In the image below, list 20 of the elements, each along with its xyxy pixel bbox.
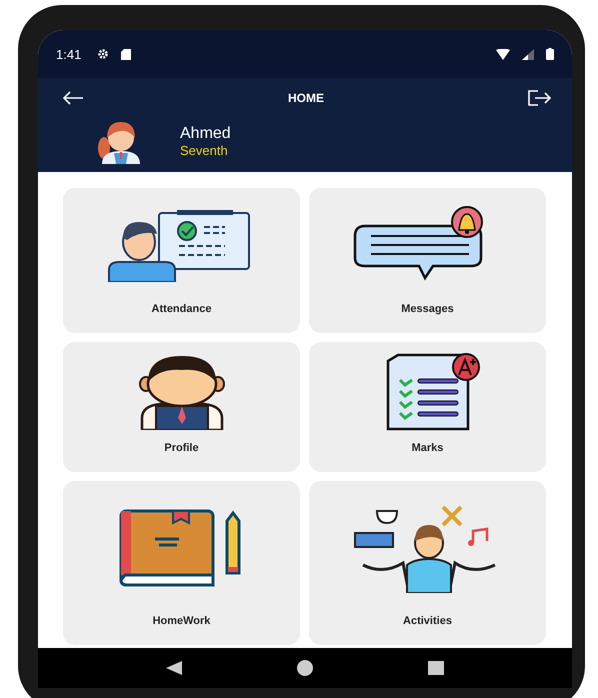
battery-icon [546, 48, 554, 60]
gear-icon [97, 48, 110, 60]
recents-icon[interactable] [428, 661, 444, 675]
menu-card[interactable]: Profile [63, 342, 300, 472]
menu-card[interactable]: Attendance [63, 188, 300, 333]
menu-card[interactable]: Activities [309, 481, 546, 645]
back-icon[interactable] [166, 661, 182, 675]
status-time: 1:41 [56, 46, 82, 62]
menu-card[interactable]: Marks [309, 342, 546, 472]
menu-card[interactable]: HomeWork [63, 481, 300, 645]
home-icon[interactable] [296, 660, 313, 676]
logout-icon[interactable] [528, 90, 552, 106]
user-name: Ahmed [180, 124, 231, 142]
signal-icon [522, 48, 534, 60]
menu-card[interactable]: Messages [309, 188, 546, 333]
sd-card-icon [121, 48, 132, 60]
screen-title: HOME [288, 91, 324, 105]
wifi-icon [496, 48, 510, 60]
user-grade: Seventh [180, 142, 229, 158]
back-arrow-icon[interactable] [62, 91, 84, 105]
